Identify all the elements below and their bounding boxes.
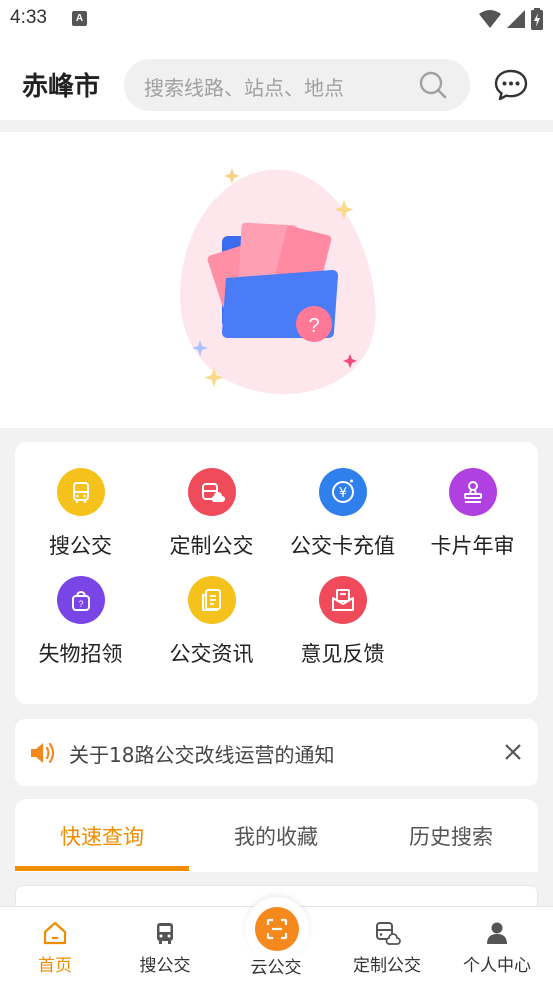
notice-text[interactable]: 关于18路公交改线运营的通知	[69, 739, 334, 768]
active-tab-indicator	[15, 866, 189, 871]
nav-label[interactable]: 云公交	[221, 953, 331, 978]
tab-history[interactable]: 历史搜索	[364, 821, 538, 851]
speaker-icon	[31, 742, 55, 764]
custom-bus-icon	[376, 922, 401, 945]
nav-search-bus[interactable]: 搜公交	[110, 919, 220, 976]
custom-bus-icon	[187, 468, 236, 516]
menu-item-label: 定制公交	[169, 534, 254, 558]
menu-item-lost-found[interactable]: ? 失物招领	[15, 576, 146, 668]
svg-text:¥: ¥	[338, 486, 346, 501]
nav-profile[interactable]: 个人中心	[442, 919, 552, 976]
search-icon[interactable]	[418, 70, 448, 100]
nav-label: 个人中心	[463, 956, 531, 976]
nav-custom-bus[interactable]: 定制公交	[332, 919, 442, 976]
menu-item-label: 失物招领	[38, 642, 123, 666]
empty-folder-illustration: ?	[179, 168, 376, 394]
notice-bar[interactable]: 关于18路公交改线运营的通知	[15, 719, 538, 786]
stamp-icon	[448, 468, 497, 516]
bottom-navigation: 首页 搜公交 云公交 定制公交 个人中心	[0, 897, 553, 984]
menu-item-label: 公交卡充值	[290, 534, 395, 558]
nav-home[interactable]: 首页	[0, 919, 110, 976]
close-icon[interactable]	[500, 739, 526, 765]
card-recharge-icon: ¥	[318, 468, 367, 516]
banner-area: ?	[0, 132, 553, 428]
bus-icon	[157, 923, 173, 944]
search-bar[interactable]: 搜索线路、站点、地点	[124, 59, 470, 111]
menu-item-feedback[interactable]: 意见反馈	[277, 576, 408, 668]
menu-item-label: 搜公交	[49, 534, 112, 558]
menu-item-card-review[interactable]: 卡片年审	[407, 468, 538, 560]
menu-item-label: 公交资讯	[169, 642, 254, 666]
svg-text:?: ?	[78, 599, 83, 609]
cloud-bus-button[interactable]	[245, 897, 309, 961]
bus-search-icon	[56, 468, 105, 516]
menu-item-label: 意见反馈	[300, 642, 385, 666]
city-selector[interactable]: 赤峰市	[22, 66, 100, 103]
wifi-icon	[479, 10, 501, 28]
menu-item-custom-bus[interactable]: 定制公交	[146, 468, 277, 560]
nav-label: 定制公交	[353, 956, 421, 976]
tab-quick-query[interactable]: 快速查询	[15, 821, 189, 851]
notification-badge: A	[72, 11, 87, 26]
quick-menu-card: 搜公交 定制公交 ¥ 公交卡充值 卡片年审 ? 失物招领 公交资讯 意见反馈	[15, 442, 538, 704]
feedback-mail-icon	[318, 576, 367, 624]
status-icons	[479, 8, 543, 30]
nav-label: 首页	[38, 956, 72, 976]
menu-item-label: 卡片年审	[430, 534, 515, 558]
menu-item-bus-news[interactable]: 公交资讯	[146, 576, 277, 668]
svg-text:?: ?	[308, 315, 319, 337]
battery-icon	[531, 8, 543, 30]
message-icon[interactable]	[494, 68, 528, 102]
menu-item-card-recharge[interactable]: ¥ 公交卡充值	[277, 468, 408, 560]
app-header: 赤峰市 搜索线路、站点、地点	[0, 40, 553, 120]
signal-icon	[507, 10, 525, 28]
search-placeholder: 搜索线路、站点、地点	[144, 76, 344, 100]
person-icon	[487, 922, 507, 944]
nav-label: 搜公交	[139, 956, 191, 976]
status-time: 4:33	[10, 7, 47, 28]
home-icon	[43, 921, 67, 945]
query-tabs: 快速查询 我的收藏 历史搜索	[15, 799, 538, 872]
status-bar: 4:33 A	[0, 0, 553, 40]
scan-icon	[255, 907, 299, 951]
news-icon	[187, 576, 236, 624]
menu-item-search-bus[interactable]: 搜公交	[15, 468, 146, 560]
lost-found-bag-icon: ?	[56, 576, 105, 624]
tab-favorites[interactable]: 我的收藏	[189, 821, 363, 851]
